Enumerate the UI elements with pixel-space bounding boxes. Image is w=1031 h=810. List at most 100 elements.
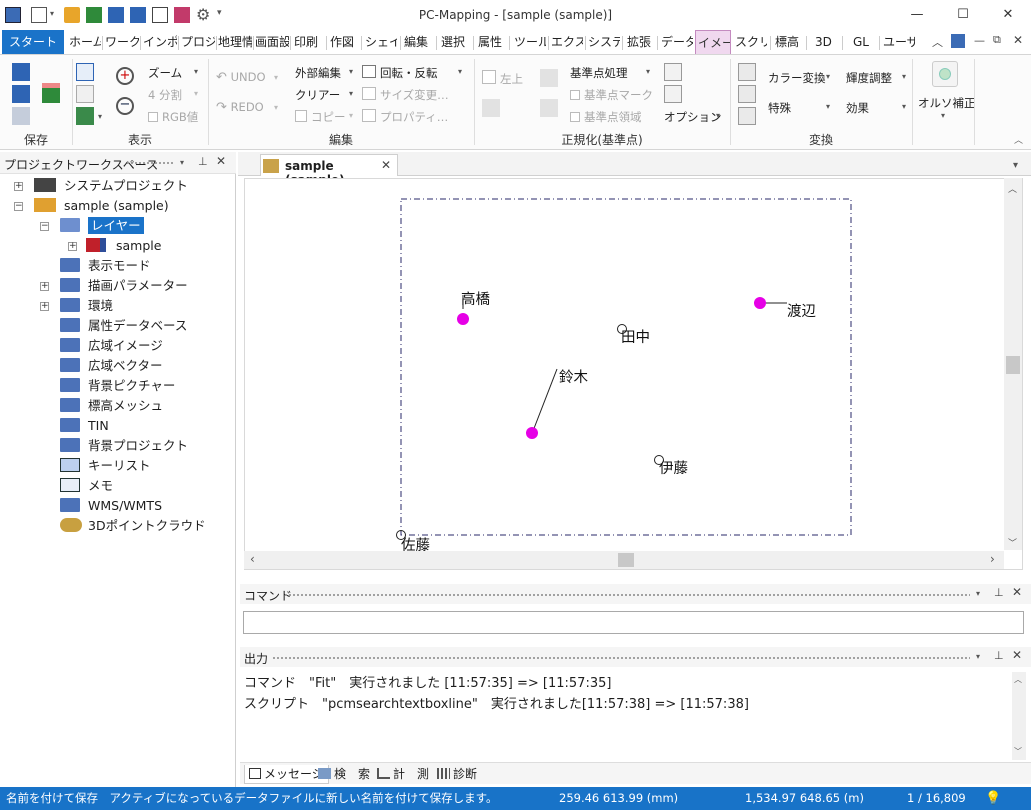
external-edit-dropdown-icon[interactable]: ▾ xyxy=(349,67,353,76)
ref-tool-2-icon[interactable] xyxy=(664,85,682,103)
ribbon-collapse-icon[interactable]: ︿ xyxy=(1014,133,1023,146)
tab-attribute[interactable]: 属性 xyxy=(478,30,506,54)
expand-icon[interactable]: + xyxy=(14,182,23,191)
tree-layer-sample[interactable]: sample xyxy=(86,236,161,256)
tab-work[interactable]: ワークス xyxy=(105,30,139,54)
expand-icon[interactable]: + xyxy=(40,302,49,311)
vertical-scrollbar[interactable]: ︿ ﹀ xyxy=(1004,178,1022,550)
tab-export[interactable]: エクス xyxy=(551,30,583,54)
help-icon[interactable] xyxy=(951,34,965,48)
tree-draw-params[interactable]: 描画パラメーター xyxy=(60,276,188,296)
redo-button[interactable]: ↷ REDO xyxy=(216,100,264,115)
copy-button[interactable]: コピー xyxy=(295,109,346,125)
collapse-icon[interactable]: − xyxy=(14,202,23,211)
ref-grid-icon[interactable] xyxy=(482,99,500,117)
tab-screen[interactable]: 画面設 xyxy=(255,30,289,54)
tree-system-project[interactable]: システムプロジェクト xyxy=(34,176,188,196)
vertical-scroll-thumb[interactable] xyxy=(1006,356,1020,374)
scroll-left-icon[interactable]: ‹ xyxy=(250,552,255,566)
undo-button[interactable]: ↶ UNDO xyxy=(216,70,266,85)
zoom-out-icon[interactable]: − xyxy=(116,97,134,115)
property-button[interactable]: プロパティ… xyxy=(362,109,448,125)
doc-close-icon[interactable]: ✕ xyxy=(1013,33,1023,47)
save-icon[interactable] xyxy=(12,63,30,81)
expand-icon[interactable]: + xyxy=(40,282,49,291)
pin-icon[interactable]: ⊥ xyxy=(994,649,1004,662)
undo-dropdown-icon[interactable]: ▾ xyxy=(274,73,278,82)
convert-tool-3-icon[interactable] xyxy=(738,107,756,125)
option-button[interactable]: オプション xyxy=(664,109,722,125)
tab-home[interactable]: ホーム xyxy=(69,30,101,54)
save-all-icon[interactable] xyxy=(12,107,30,125)
lightbulb-icon[interactable]: 💡 xyxy=(985,787,1001,810)
export-icon[interactable] xyxy=(42,83,60,103)
color-convert-button[interactable]: カラー変換 xyxy=(768,70,826,86)
ref-point-area-checkbox[interactable]: 基準点領域 xyxy=(570,109,642,125)
scroll-up-icon[interactable]: ︿ xyxy=(1008,182,1017,195)
tab-data[interactable]: データ xyxy=(661,30,693,54)
tab-image[interactable]: イメー xyxy=(695,30,731,54)
ref-point-process-dropdown-icon[interactable]: ▾ xyxy=(646,67,650,76)
ref-point-process-button[interactable]: 基準点処理 xyxy=(570,65,628,81)
tab-3d[interactable]: 3D xyxy=(815,30,835,54)
tab-geo[interactable]: 地理情 xyxy=(218,30,252,54)
tree-display-mode[interactable]: 表示モード xyxy=(60,256,151,276)
map-canvas[interactable]: 高橋 渡辺 田中 鈴木 伊藤 佐藤 xyxy=(244,178,1023,570)
ortho-correction-icon[interactable] xyxy=(932,61,958,87)
rotate-dropdown-icon[interactable]: ▾ xyxy=(458,67,462,76)
zoom-in-icon[interactable]: + xyxy=(116,67,134,85)
doc-restore-icon[interactable]: ⧉ xyxy=(993,33,1001,47)
pane-close-icon[interactable]: ✕ xyxy=(1012,648,1022,662)
ref-move-icon[interactable] xyxy=(540,99,558,117)
label-tanaka[interactable]: 田中 xyxy=(621,326,650,347)
tab-diagnose[interactable]: 診断 xyxy=(437,765,477,783)
point-watanabe[interactable] xyxy=(754,297,766,309)
collapse-icon[interactable]: − xyxy=(40,222,49,231)
actual-size-icon[interactable] xyxy=(76,85,94,103)
label-ito[interactable]: 伊藤 xyxy=(659,457,688,478)
tree-attribute-db[interactable]: 属性データベース xyxy=(60,316,187,336)
tab-draw[interactable]: 作図 xyxy=(330,30,358,54)
label-suzuki[interactable]: 鈴木 xyxy=(559,366,588,387)
zoom-dropdown-icon[interactable]: ▾ xyxy=(194,67,198,76)
tree-elevation-mesh[interactable]: 標高メッシュ xyxy=(60,396,163,416)
scroll-down-icon[interactable]: ﹀ xyxy=(1008,536,1017,549)
point-takahashi[interactable] xyxy=(457,313,469,325)
expand-icon[interactable]: + xyxy=(68,242,77,251)
ortho-correction-button[interactable]: オルソ補正 xyxy=(918,95,976,111)
tab-elevation[interactable]: 標高 xyxy=(775,30,803,54)
rotate-flip-button[interactable]: 回転・反転 xyxy=(362,65,438,81)
option-dropdown-icon[interactable]: ▾ xyxy=(716,111,720,120)
command-input[interactable] xyxy=(243,611,1024,634)
minimize-button[interactable]: — xyxy=(894,0,940,30)
ortho-dropdown-icon[interactable]: ▾ xyxy=(941,111,945,120)
size-change-button[interactable]: サイズ変更… xyxy=(362,87,449,103)
redo-dropdown-icon[interactable]: ▾ xyxy=(274,103,278,112)
tab-shape[interactable]: シェイプ xyxy=(365,30,397,54)
split-4-button[interactable]: 4 分割 xyxy=(148,87,182,103)
tab-measure[interactable]: 計 測 xyxy=(377,765,429,783)
pin-icon[interactable]: ⊥ xyxy=(198,155,208,168)
tab-close-icon[interactable]: ✕ xyxy=(381,158,391,172)
output-scrollbar[interactable]: ︿ ﹀ xyxy=(1012,672,1026,760)
special-button[interactable]: 特殊 xyxy=(768,100,791,116)
ref-point-mark-checkbox[interactable]: 基準点マーク xyxy=(570,87,653,103)
split-dropdown-icon[interactable]: ▾ xyxy=(194,89,198,98)
tree-bg-project[interactable]: 背景プロジェクト xyxy=(60,436,188,456)
tree-memo[interactable]: メモ xyxy=(60,476,113,496)
rgb-value-checkbox[interactable]: RGB値 xyxy=(148,109,198,125)
effect-button[interactable]: 効果 xyxy=(846,100,869,116)
save-as-icon[interactable] xyxy=(12,85,30,103)
tab-list-icon[interactable]: ▾ xyxy=(1013,160,1018,171)
point-suzuki[interactable] xyxy=(526,427,538,439)
tree-3d-pointcloud[interactable]: 3Dポイントクラウド xyxy=(60,516,206,536)
map-view-icon[interactable] xyxy=(76,107,94,125)
tab-search[interactable]: 検 索 xyxy=(318,765,370,783)
tree-wide-image[interactable]: 広域イメージ xyxy=(60,336,163,356)
doc-minimize-icon[interactable]: — xyxy=(974,34,985,47)
tree-project[interactable]: sample (sample) xyxy=(34,196,169,216)
document-tab[interactable]: sample (sample) ✕ xyxy=(260,154,398,187)
tab-messages[interactable]: メッセージ xyxy=(244,765,329,784)
tab-project[interactable]: プロジ xyxy=(181,30,215,54)
tree-bg-picture[interactable]: 背景ピクチャー xyxy=(60,376,175,396)
